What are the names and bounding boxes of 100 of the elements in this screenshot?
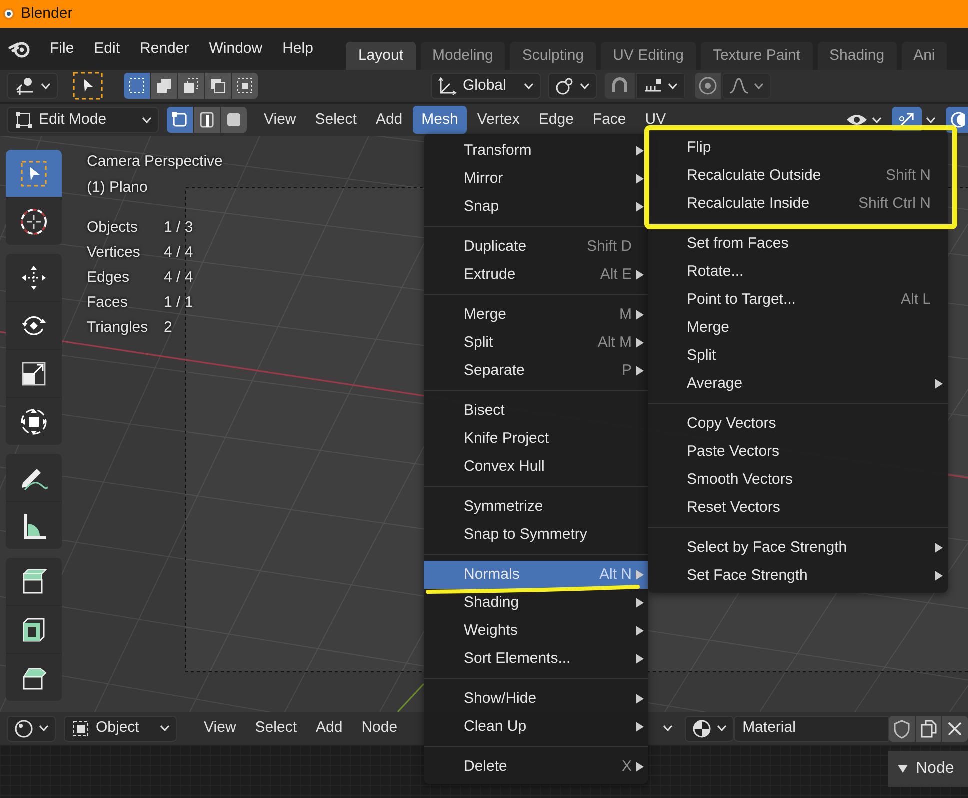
- menu-item[interactable]: Paste Vectors: [648, 438, 948, 466]
- caret-icon[interactable]: [142, 116, 152, 124]
- selection-mode-button[interactable]: [178, 73, 204, 99]
- menu-item[interactable]: Bisect: [424, 397, 648, 425]
- visibility-dropdown[interactable]: [846, 112, 882, 128]
- menu-item[interactable]: Show/Hide: [424, 685, 648, 713]
- menu-item[interactable]: Duplicate Shift D: [424, 233, 648, 261]
- selection-mode-button[interactable]: [151, 73, 177, 99]
- caret-icon[interactable]: [160, 725, 170, 732]
- gizmo-dropdown[interactable]: [7, 73, 58, 99]
- menu-item[interactable]: Extrude Alt E: [424, 261, 648, 289]
- proportional-edit-button[interactable]: [695, 73, 721, 99]
- header-menu[interactable]: Edge: [530, 106, 583, 134]
- select-mode-button[interactable]: [221, 107, 247, 133]
- transform-tool-button[interactable]: [6, 398, 62, 445]
- panel-header[interactable]: Node: [888, 751, 968, 787]
- menu-item[interactable]: Smooth Vectors: [648, 466, 948, 494]
- menu-item[interactable]: Normals Alt N: [424, 561, 648, 589]
- material-name-field[interactable]: Material: [734, 716, 890, 742]
- header-menu[interactable]: Vertex: [468, 106, 529, 134]
- workspace-tab[interactable]: Ani: [902, 42, 948, 70]
- workspace-tab[interactable]: Layout: [346, 42, 416, 70]
- menu-item[interactable]: Copy Vectors: [648, 410, 948, 438]
- menu-item[interactable]: Delete X: [424, 753, 648, 781]
- caret-icon[interactable]: [662, 725, 673, 732]
- pivot-dropdown[interactable]: [548, 73, 597, 99]
- duplicate-button[interactable]: [916, 716, 942, 742]
- header-menu[interactable]: Mesh: [412, 106, 468, 134]
- menu-item[interactable]: Set from Faces: [648, 230, 948, 258]
- caret-icon[interactable]: [716, 725, 727, 732]
- menu-item[interactable]: Split: [648, 342, 948, 370]
- header-menu[interactable]: View: [255, 106, 306, 134]
- menu-item[interactable]: Weights: [424, 617, 648, 645]
- menu-item[interactable]: Window: [199, 36, 273, 62]
- material-dropdown[interactable]: [684, 716, 734, 742]
- shader-type-dropdown[interactable]: Object: [64, 716, 178, 742]
- unlink-button[interactable]: [942, 716, 968, 742]
- caret-icon[interactable]: [926, 116, 936, 124]
- bevel-tool-button[interactable]: [6, 654, 62, 701]
- selection-mode-button[interactable]: [232, 73, 258, 99]
- menu-item[interactable]: Help: [272, 36, 324, 62]
- selection-mode-button[interactable]: [205, 73, 231, 99]
- menu-item[interactable]: Clean Up: [424, 713, 648, 741]
- selection-mode-button[interactable]: [124, 73, 150, 99]
- caret-icon[interactable]: [41, 82, 51, 90]
- header-menu[interactable]: UV: [636, 106, 676, 134]
- workspace-tab[interactable]: Sculpting: [510, 42, 596, 70]
- header-menu[interactable]: Face: [584, 106, 636, 134]
- header-menu[interactable]: Select: [306, 106, 366, 134]
- menu-item[interactable]: Recalculate Outside Shift N: [648, 162, 948, 190]
- menu-item[interactable]: Average: [648, 370, 948, 398]
- cursor-tool-button[interactable]: [6, 198, 62, 245]
- workspace-tab[interactable]: Modeling: [420, 42, 506, 70]
- header-menu[interactable]: View: [195, 714, 246, 743]
- menu-item[interactable]: Convex Hull: [424, 453, 648, 481]
- snap-target-dropdown[interactable]: [636, 73, 685, 99]
- menu-item[interactable]: File: [40, 36, 84, 62]
- menu-item[interactable]: Select by Face Strength: [648, 534, 948, 562]
- header-menu[interactable]: Select: [246, 714, 306, 743]
- menu-item[interactable]: Reset Vectors: [648, 494, 948, 522]
- menu-item[interactable]: Transform: [424, 137, 648, 165]
- mode-dropdown[interactable]: Edit Mode: [7, 107, 159, 133]
- menu-item[interactable]: Point to Target... Alt L: [648, 286, 948, 314]
- menu-item[interactable]: Set Face Strength: [648, 562, 948, 590]
- rotate-tool-button[interactable]: [6, 302, 62, 349]
- caret-icon[interactable]: [754, 82, 764, 90]
- menu-item[interactable]: Split Alt M: [424, 329, 648, 357]
- menu-item[interactable]: Snap: [424, 193, 648, 221]
- select-tool-icon[interactable]: [72, 71, 104, 101]
- menu-item[interactable]: Separate P: [424, 357, 648, 385]
- workspace-tab[interactable]: Texture Paint: [700, 42, 813, 70]
- caret-icon[interactable]: [580, 82, 590, 90]
- measure-tool-button[interactable]: [6, 502, 62, 549]
- menu-item[interactable]: Render: [130, 36, 200, 62]
- editor-type-dropdown[interactable]: [7, 716, 56, 742]
- workspace-tab[interactable]: Shading: [818, 42, 897, 70]
- menu-item[interactable]: Symmetrize: [424, 493, 648, 521]
- select-mode-button[interactable]: [194, 107, 220, 133]
- menu-item[interactable]: Sort Elements...: [424, 645, 648, 673]
- caret-icon[interactable]: [39, 725, 49, 732]
- caret-icon[interactable]: [872, 116, 882, 124]
- header-menu[interactable]: Add: [307, 714, 352, 743]
- menu-item[interactable]: Snap to Symmetry: [424, 521, 648, 549]
- caret-icon[interactable]: [524, 82, 534, 90]
- menu-item[interactable]: Mirror: [424, 165, 648, 193]
- inset-tool-button[interactable]: [6, 606, 62, 653]
- caret-icon[interactable]: [668, 82, 678, 90]
- header-menu[interactable]: Node: [352, 714, 407, 743]
- workspace-tab[interactable]: UV Editing: [601, 42, 696, 70]
- menu-item[interactable]: Edit: [84, 36, 130, 62]
- menu-item[interactable]: Merge: [648, 314, 948, 342]
- header-menu[interactable]: Add: [366, 106, 412, 134]
- scale-tool-button[interactable]: [6, 350, 62, 397]
- menu-item[interactable]: Merge M: [424, 301, 648, 329]
- menu-item[interactable]: Shading: [424, 589, 648, 617]
- fake-user-button[interactable]: [889, 716, 915, 742]
- menu-item[interactable]: Recalculate Inside Shift Ctrl N: [648, 190, 948, 218]
- menu-item[interactable]: Knife Project: [424, 425, 648, 453]
- menu-item[interactable]: Rotate...: [648, 258, 948, 286]
- menu-item[interactable]: Flip: [648, 134, 948, 162]
